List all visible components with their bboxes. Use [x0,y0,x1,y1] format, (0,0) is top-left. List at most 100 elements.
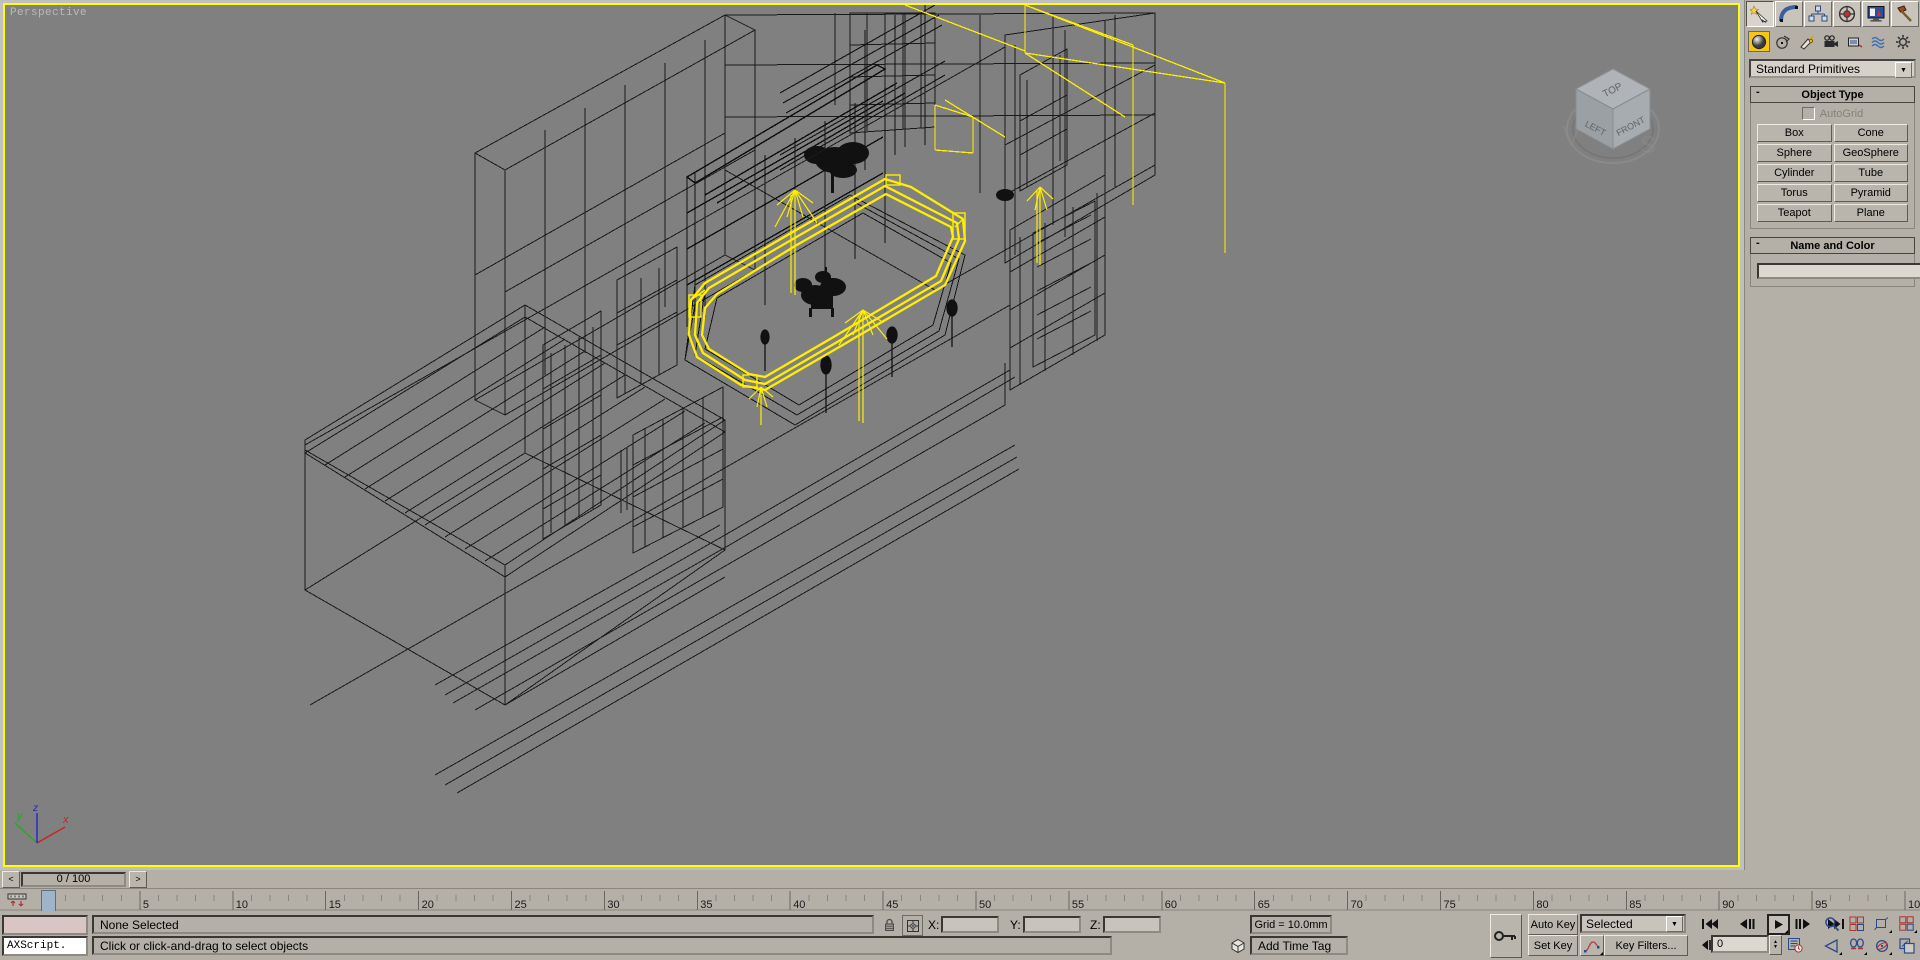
play-animation-button[interactable] [1767,914,1790,935]
subcat-space-warps[interactable] [1868,31,1890,52]
previous-frame-button[interactable] [1737,914,1757,933]
zoom-all-button[interactable] [1847,914,1867,933]
object-type-rollout: - Object Type AutoGrid Box Cone Sphere G… [1750,86,1915,229]
name-and-color-rollout: - Name and Color [1750,237,1915,287]
coord-x-field[interactable] [941,916,999,933]
go-to-start-button[interactable] [1700,914,1720,933]
create-sphere-button[interactable]: Sphere [1757,144,1832,162]
orbit-button[interactable] [1872,936,1892,955]
pan-button[interactable] [1847,936,1867,955]
name-and-color-collapse-icon[interactable]: - [1756,237,1760,249]
create-box-button[interactable]: Box [1757,124,1832,142]
svg-text:90: 90 [1722,899,1734,911]
coord-x-label: X: [928,918,939,932]
object-type-title: Object Type [1801,89,1863,101]
axis-z-label: z [32,803,38,814]
tab-utilities[interactable] [1891,1,1919,27]
maxscript-status-field[interactable] [2,915,88,935]
coord-y-field[interactable] [1023,916,1081,933]
category-dropdown[interactable]: Standard Primitives ▼ [1749,59,1916,78]
field-of-view-button[interactable] [1822,936,1842,955]
helper-icon [1847,34,1863,50]
svg-text:55: 55 [1072,899,1084,911]
zoom-extents-button[interactable] [1872,914,1892,933]
coord-z: Z: [1090,915,1161,934]
subcat-geometry[interactable] [1748,31,1770,52]
maxscript-mini-listener[interactable]: AXScript. [2,936,88,956]
name-and-color-header[interactable]: - Name and Color [1750,237,1915,254]
create-pyramid-button[interactable]: Pyramid [1834,184,1909,202]
tab-modify[interactable] [1775,1,1803,27]
coord-z-field[interactable] [1103,916,1161,933]
current-frame-field[interactable]: 0 [1711,935,1769,953]
modify-curve-icon [1779,5,1799,23]
shapes-icon [1775,34,1791,50]
zoom-button[interactable] [1822,914,1842,933]
parameter-curve-editor-button[interactable] [1580,935,1604,956]
play-icon [1773,919,1785,930]
zoom-region-flyout-arrow [1914,930,1917,933]
time-ruler[interactable]: 0510152025303540455055606570758085909510… [0,889,1920,912]
svg-text:95: 95 [1815,899,1827,911]
object-type-collapse-icon[interactable]: - [1756,86,1760,98]
create-plane-button[interactable]: Plane [1834,204,1909,222]
create-cone-button[interactable]: Cone [1834,124,1909,142]
tab-motion[interactable] [1833,1,1861,27]
subcat-shapes[interactable] [1772,31,1794,52]
zoom-region-button[interactable] [1897,914,1917,933]
svg-text:60: 60 [1165,899,1177,911]
key-filters-button[interactable]: Key Filters... [1604,935,1688,956]
chevron-down-icon[interactable]: ▼ [1895,62,1912,78]
curve-flyout-arrow [1600,952,1603,955]
tab-create[interactable] [1746,1,1774,27]
time-prev-button[interactable]: < [2,871,20,888]
subcat-cameras[interactable] [1820,31,1842,52]
viewport-label[interactable]: Perspective [10,7,87,19]
selection-lock-toggle[interactable] [880,915,898,934]
object-name-input[interactable] [1757,263,1920,279]
create-teapot-button[interactable]: Teapot [1757,204,1832,222]
auto-key-button[interactable]: Auto Key [1528,914,1578,935]
tab-hierarchy[interactable] [1804,1,1832,27]
track-bar[interactable]: 0510152025303540455055606570758085909510… [0,888,1920,912]
svg-text:20: 20 [422,899,434,911]
category-dropdown-value: Standard Primitives [1751,62,1860,76]
frame-spinner[interactable]: ▲▼ [1769,935,1782,955]
subcat-lights[interactable] [1796,31,1818,52]
subcat-helpers[interactable] [1844,31,1866,52]
create-cylinder-button[interactable]: Cylinder [1757,164,1832,182]
key-selection-dropdown[interactable]: Selected ▼ [1580,914,1686,933]
create-geosphere-button[interactable]: GeoSphere [1834,144,1909,162]
time-next-button[interactable]: > [129,871,147,888]
object-type-header[interactable]: - Object Type [1750,86,1915,103]
absolute-relative-transform-toggle[interactable] [902,915,923,936]
key-mode-toggle-button[interactable] [1490,914,1522,958]
add-time-tag-button[interactable]: Add Time Tag [1250,936,1348,955]
subcat-systems[interactable] [1892,31,1914,52]
viewcube[interactable]: V S TOP LEFT FRONT [1554,57,1672,175]
create-tube-button[interactable]: Tube [1834,164,1909,182]
autogrid-checkbox[interactable] [1802,107,1815,120]
axis-y-label: y [16,810,24,822]
time-configuration-button[interactable] [1785,935,1805,954]
svg-text:40: 40 [793,899,805,911]
lock-icon [884,918,895,932]
time-configuration-icon [1787,937,1803,953]
field-of-view-icon [1824,938,1840,954]
time-tag-icon-wrap[interactable] [1228,936,1248,955]
set-key-button[interactable]: Set Key [1528,935,1578,956]
name-color-row [1757,261,1908,280]
pan-flyout-arrow [1864,952,1867,955]
tab-display[interactable] [1862,1,1890,27]
create-torus-button[interactable]: Torus [1757,184,1832,202]
next-frame-button[interactable] [1793,914,1813,933]
current-time-field[interactable]: 0 / 100 [21,872,126,887]
display-monitor-icon [1866,5,1886,23]
svg-text:S: S [1640,132,1656,159]
perspective-viewport[interactable]: Perspective [3,3,1740,867]
autogrid-row[interactable]: AutoGrid [1757,107,1908,120]
light-icon [1799,34,1815,50]
key-selection-chevron-down-icon[interactable]: ▼ [1666,916,1683,932]
maximize-viewport-toggle-button[interactable] [1897,936,1917,955]
time-slider-handle[interactable] [41,890,56,913]
